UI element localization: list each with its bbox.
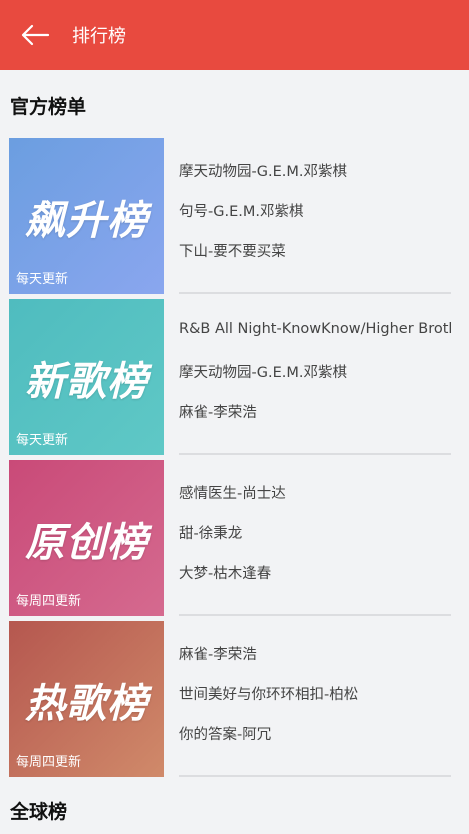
chart-cover: 新歌榜 每天更新	[9, 299, 164, 455]
update-frequency: 每周四更新	[16, 755, 82, 770]
chart-list: 飙升榜 每天更新 摩天动物园-G.E.M.邓紫棋 句号-G.E.M.邓紫棋 下山…	[9, 138, 451, 782]
chart-cover: 热歌榜 每周四更新	[9, 621, 164, 777]
chart-item-soaring[interactable]: 飙升榜 每天更新 摩天动物园-G.E.M.邓紫棋 句号-G.E.M.邓紫棋 下山…	[9, 138, 451, 294]
update-frequency: 每天更新	[16, 272, 69, 287]
back-arrow-icon	[21, 24, 50, 46]
chart-cover: 原创榜 每周四更新	[9, 460, 164, 616]
back-button[interactable]	[0, 0, 70, 70]
page-title: 排行榜	[72, 26, 126, 47]
song-item: 感情医生-尚士达	[179, 486, 286, 502]
cover-title: 热歌榜	[25, 681, 148, 727]
global-section-title: 全球榜	[10, 801, 68, 823]
song-item: 摩天动物园-G.E.M.邓紫棋	[179, 164, 347, 180]
song-item: 句号-G.E.M.邓紫棋	[179, 204, 304, 220]
song-item: 你的答案-阿冗	[179, 727, 272, 743]
chart-item-new[interactable]: 新歌榜 每天更新 R&B All Night-KnowKnow/Higher B…	[9, 299, 451, 455]
song-item: 麻雀-李荣浩	[179, 647, 257, 663]
chart-item-hot[interactable]: 热歌榜 每周四更新 麻雀-李荣浩 世间美好与你环环相扣-柏松 你的答案-阿冗	[9, 621, 451, 777]
top-songs: 感情医生-尚士达 甜-徐秉龙 大梦-枯木逢春	[179, 460, 451, 616]
song-item: 甜-徐秉龙	[179, 526, 243, 542]
cover-title: 飙升榜	[25, 198, 148, 244]
top-songs: 麻雀-李荣浩 世间美好与你环环相扣-柏松 你的答案-阿冗	[179, 621, 451, 777]
chart-cover: 飙升榜 每天更新	[9, 138, 164, 294]
song-item: 麻雀-李荣浩	[179, 405, 257, 421]
cover-title: 新歌榜	[25, 359, 148, 405]
song-item: 摩天动物园-G.E.M.邓紫棋	[179, 365, 347, 381]
song-item: 世间美好与你环环相扣-柏松	[179, 687, 359, 703]
chart-item-original[interactable]: 原创榜 每周四更新 感情医生-尚士达 甜-徐秉龙 大梦-枯木逢春	[9, 460, 451, 616]
song-item: R&B All Night-KnowKnow/Higher Brothers	[179, 321, 451, 337]
update-frequency: 每天更新	[16, 433, 69, 448]
update-frequency: 每周四更新	[16, 594, 82, 609]
app-header: 排行榜	[0, 0, 469, 70]
cover-title: 原创榜	[25, 520, 148, 566]
song-item: 大梦-枯木逢春	[179, 566, 272, 582]
song-item: 下山-要不要买菜	[179, 244, 286, 260]
top-songs: 摩天动物园-G.E.M.邓紫棋 句号-G.E.M.邓紫棋 下山-要不要买菜	[179, 138, 451, 294]
official-section-title: 官方榜单	[10, 96, 87, 118]
top-songs: R&B All Night-KnowKnow/Higher Brothers 摩…	[179, 299, 451, 455]
